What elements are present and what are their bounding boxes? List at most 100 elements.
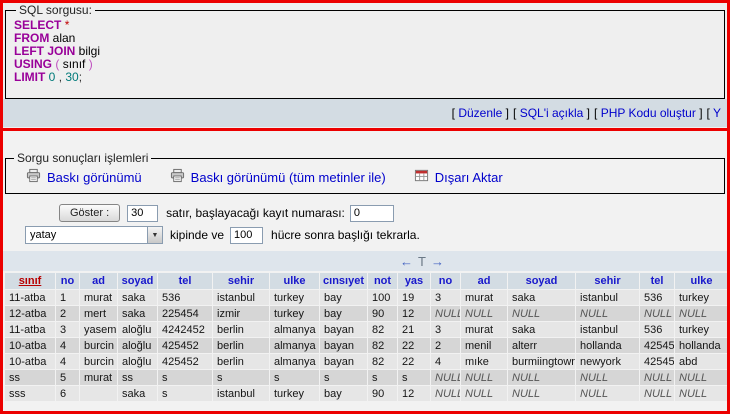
table-row: sss6sakasistanbulturkeybay9012NULLNULLNU… (5, 386, 728, 401)
table-cell: ss (118, 370, 157, 385)
rotate-left-arrow[interactable]: ← (400, 254, 413, 269)
column-sort-link[interactable]: tel (179, 275, 192, 287)
table-cell: bay (320, 386, 367, 401)
table-cell: 3 (431, 290, 460, 305)
column-sort-link[interactable]: no (61, 275, 74, 287)
table-cell: 536 (640, 322, 674, 337)
column-header-not[interactable]: not (368, 273, 397, 289)
table-cell: almanya (270, 338, 319, 353)
column-header-tel[interactable]: tel (640, 273, 674, 289)
table-cell: NULL (576, 386, 639, 401)
sql-line: FROM alan (14, 32, 716, 45)
sql-query-section: SQL sorgusu: SELECT *FROM alanLEFT JOIN … (0, 0, 730, 131)
column-sort-link[interactable]: soyad (122, 275, 154, 287)
column-sort-link[interactable]: yas (405, 275, 423, 287)
table-cell: turkey (270, 290, 319, 305)
table-cell: murat (461, 290, 507, 305)
display-options-form: Göster : satır, başlayacağı kayıt numara… (3, 194, 727, 244)
table-cell: NULL (461, 386, 507, 401)
table-cell: 12 (398, 386, 430, 401)
export-link[interactable]: Dışarı Aktar (414, 168, 503, 186)
column-header-tel[interactable]: tel (158, 273, 212, 289)
table-cell: s (158, 370, 212, 385)
column-header-ad[interactable]: ad (80, 273, 117, 289)
table-orientation-controls: ← T → (400, 254, 444, 269)
table-row: 10-atba4burcinaloğlu425452berlinalmanyab… (5, 354, 728, 369)
table-cell: turkey (675, 322, 728, 337)
column-header-yas[interactable]: yas (398, 273, 430, 289)
display-mode-select[interactable]: yatay ▼ (25, 226, 163, 244)
tools-link[interactable]: Y (713, 106, 721, 120)
table-cell: 536 (158, 290, 212, 305)
table-cell: saka (118, 290, 157, 305)
table-cell: istanbul (213, 386, 269, 401)
column-sort-link[interactable]: ad (92, 275, 105, 287)
column-sort-link[interactable]: soyad (526, 275, 558, 287)
column-header-ulke[interactable]: ulke (675, 273, 728, 289)
column-header-sehir[interactable]: sehir (213, 273, 269, 289)
table-cell: almanya (270, 322, 319, 337)
tools-link[interactable]: Düzenle (458, 106, 502, 120)
table-cell: aloğlu (118, 354, 157, 369)
table-cell: s (368, 370, 397, 385)
table-cell: s (398, 370, 430, 385)
column-sort-link[interactable]: sehir (594, 275, 620, 287)
table-cell: 6 (56, 386, 79, 401)
rotate-right-arrow[interactable]: → (431, 254, 444, 269)
column-header-sehir[interactable]: sehir (576, 273, 639, 289)
table-cell: 425452 (158, 354, 212, 369)
column-header-no[interactable]: no (431, 273, 460, 289)
column-header-sınıf[interactable]: sınıf (5, 273, 55, 289)
table-cell: 2 (56, 306, 79, 321)
column-sort-link[interactable]: no (439, 275, 452, 287)
column-sort-link[interactable]: ad (478, 275, 491, 287)
column-sort-link[interactable]: ulke (283, 275, 305, 287)
table-cell: bayan (320, 338, 367, 353)
table-cell: bayan (320, 322, 367, 337)
table-cell: 10-atba (5, 354, 55, 369)
table-cell: bayan (320, 354, 367, 369)
chevron-down-icon[interactable]: ▼ (147, 227, 162, 243)
printer-icon (26, 168, 41, 186)
column-header-cınsıyet[interactable]: cınsıyet (320, 273, 367, 289)
column-sort-link[interactable]: cınsıyet (323, 275, 364, 287)
rows-label: satır, başlayacağı kayıt numarası: (166, 206, 345, 220)
column-sort-link[interactable]: sehir (228, 275, 254, 287)
tools-link-group: [ Düzenle ] (452, 106, 509, 120)
column-sort-link[interactable]: not (374, 275, 391, 287)
table-cell: 10-atba (5, 338, 55, 353)
show-button[interactable]: Göster : (59, 204, 120, 222)
table-cell: saka (118, 306, 157, 321)
table-cell: NULL (431, 306, 460, 321)
repeat-headers-input[interactable] (230, 227, 263, 244)
table-cell: hollanda (576, 338, 639, 353)
column-sort-link[interactable]: tel (651, 275, 664, 287)
table-cell: berlin (213, 338, 269, 353)
table-cell: berlin (213, 322, 269, 337)
start-record-input[interactable] (350, 205, 394, 222)
table-cell: menil (461, 338, 507, 353)
table-cell: 425452 (158, 338, 212, 353)
tools-link[interactable]: PHP Kodu oluştur (601, 106, 696, 120)
rows-count-input[interactable] (127, 205, 158, 222)
table-cell: turkey (270, 386, 319, 401)
result-operations-links: Baskı görünümü Baskı görünümü (tüm metinl… (12, 165, 718, 186)
display-mode-value: yatay (30, 229, 56, 241)
ops-link-label: Baskı görünümü (47, 170, 142, 185)
tools-link-group: [ Y (707, 106, 721, 120)
table-cell: istanbul (576, 290, 639, 305)
column-sort-link[interactable]: sınıf (19, 275, 42, 287)
table-cell: 5 (56, 370, 79, 385)
column-header-soyad[interactable]: soyad (118, 273, 157, 289)
print-view-link[interactable]: Baskı görünümü (26, 168, 142, 186)
print-view-link[interactable]: Baskı görünümü (tüm metinler ile) (170, 168, 386, 186)
column-sort-link[interactable]: ulke (690, 275, 712, 287)
column-header-ulke[interactable]: ulke (270, 273, 319, 289)
table-cell: ss (5, 370, 55, 385)
column-header-soyad[interactable]: soyad (508, 273, 575, 289)
table-cell: 536 (640, 290, 674, 305)
column-header-ad[interactable]: ad (461, 273, 507, 289)
table-cell: 82 (368, 354, 397, 369)
tools-link[interactable]: SQL'i açıkla (520, 106, 584, 120)
column-header-no[interactable]: no (56, 273, 79, 289)
